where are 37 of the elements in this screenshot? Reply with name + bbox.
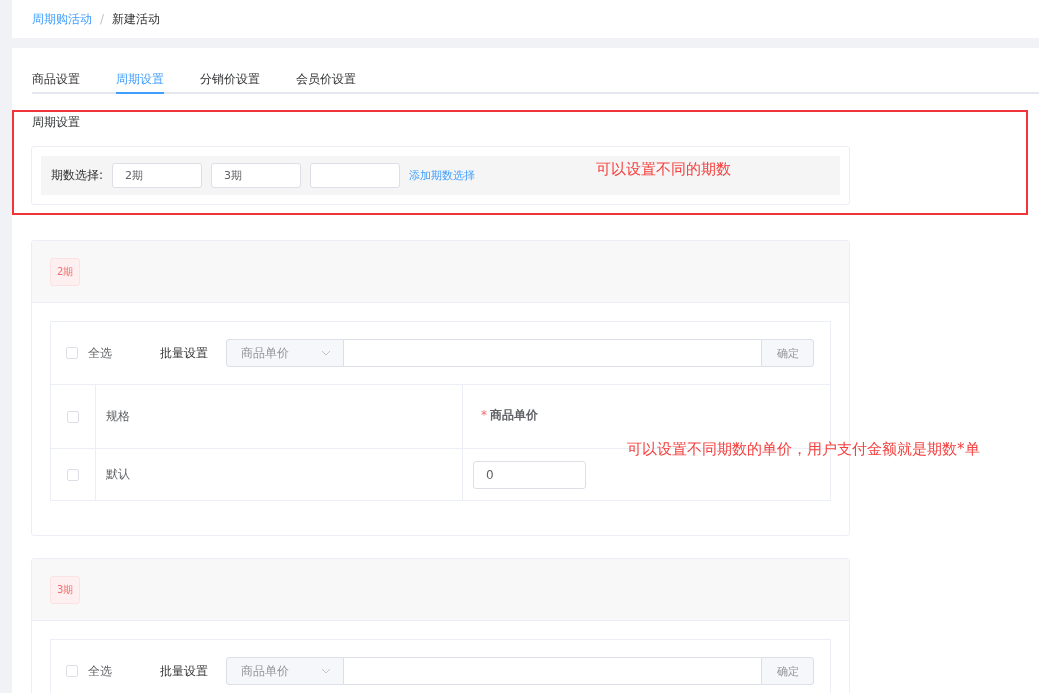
confirm-button[interactable]: 确定 xyxy=(761,339,814,367)
chevron-down-icon xyxy=(321,668,331,674)
column-header: * 商品单价 xyxy=(481,407,538,424)
header-checkbox[interactable] xyxy=(67,410,79,423)
price-input[interactable]: 0 xyxy=(473,460,586,489)
period-input[interactable]: 3期 xyxy=(211,163,302,188)
batch-label: 批量设置 xyxy=(160,662,208,680)
batch-label: 批量设置 xyxy=(160,344,208,362)
select-all-checkbox[interactable] xyxy=(66,665,78,677)
period-input[interactable]: 2期 xyxy=(112,163,203,188)
column-header: 规格 xyxy=(106,408,130,425)
chevron-down-icon xyxy=(321,350,331,356)
batch-select[interactable]: 商品单价 xyxy=(226,657,344,685)
breadcrumb-link[interactable]: 周期购活动 xyxy=(32,10,92,28)
period-label: 期数选择: xyxy=(51,167,104,184)
tab[interactable]: 会员价设置 xyxy=(296,66,356,94)
select-all-label: 全选 xyxy=(88,662,112,680)
tab[interactable]: 分销价设置 xyxy=(200,66,260,94)
select-all-checkbox[interactable] xyxy=(66,347,78,359)
batch-input[interactable] xyxy=(344,339,761,367)
tab[interactable]: 周期设置 xyxy=(116,66,164,94)
add-period-link[interactable]: 添加期数选择 xyxy=(409,168,476,183)
period-tag: 2期 xyxy=(50,257,81,286)
section-title: 周期设置 xyxy=(32,114,81,131)
row-checkbox[interactable] xyxy=(67,468,79,481)
batch-select[interactable]: 商品单价 xyxy=(226,339,344,367)
annotation-note: 可以设置不同的期数 xyxy=(596,160,731,179)
period-tag: 3期 xyxy=(50,575,81,604)
period-input[interactable] xyxy=(310,163,401,188)
confirm-button[interactable]: 确定 xyxy=(761,657,814,685)
annotation-note: 可以设置不同期数的单价，用户支付金额就是期数*单 xyxy=(627,440,980,459)
breadcrumb-current: 新建活动 xyxy=(112,10,161,28)
batch-input[interactable] xyxy=(344,657,761,685)
tab[interactable]: 商品设置 xyxy=(32,66,80,94)
spec-cell: 默认 xyxy=(106,466,130,483)
select-all-label: 全选 xyxy=(88,344,112,362)
breadcrumb-separator: / xyxy=(100,12,105,26)
